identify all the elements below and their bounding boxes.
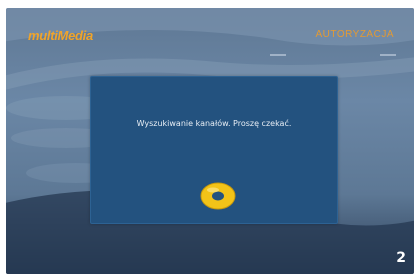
tv-screen: multiMedia AUTORYZACJA Wyszukiwanie kana… xyxy=(6,8,414,274)
loading-disc-icon xyxy=(200,182,236,210)
page-number: 2 xyxy=(396,250,406,266)
dialog-message: Wyszukiwanie kanałów. Proszę czekać. xyxy=(136,119,292,128)
progress-dialog: Wyszukiwanie kanałów. Proszę czekać. xyxy=(90,76,338,224)
brand-logo: multiMedia xyxy=(28,28,93,43)
page-title: AUTORYZACJA xyxy=(315,29,394,40)
